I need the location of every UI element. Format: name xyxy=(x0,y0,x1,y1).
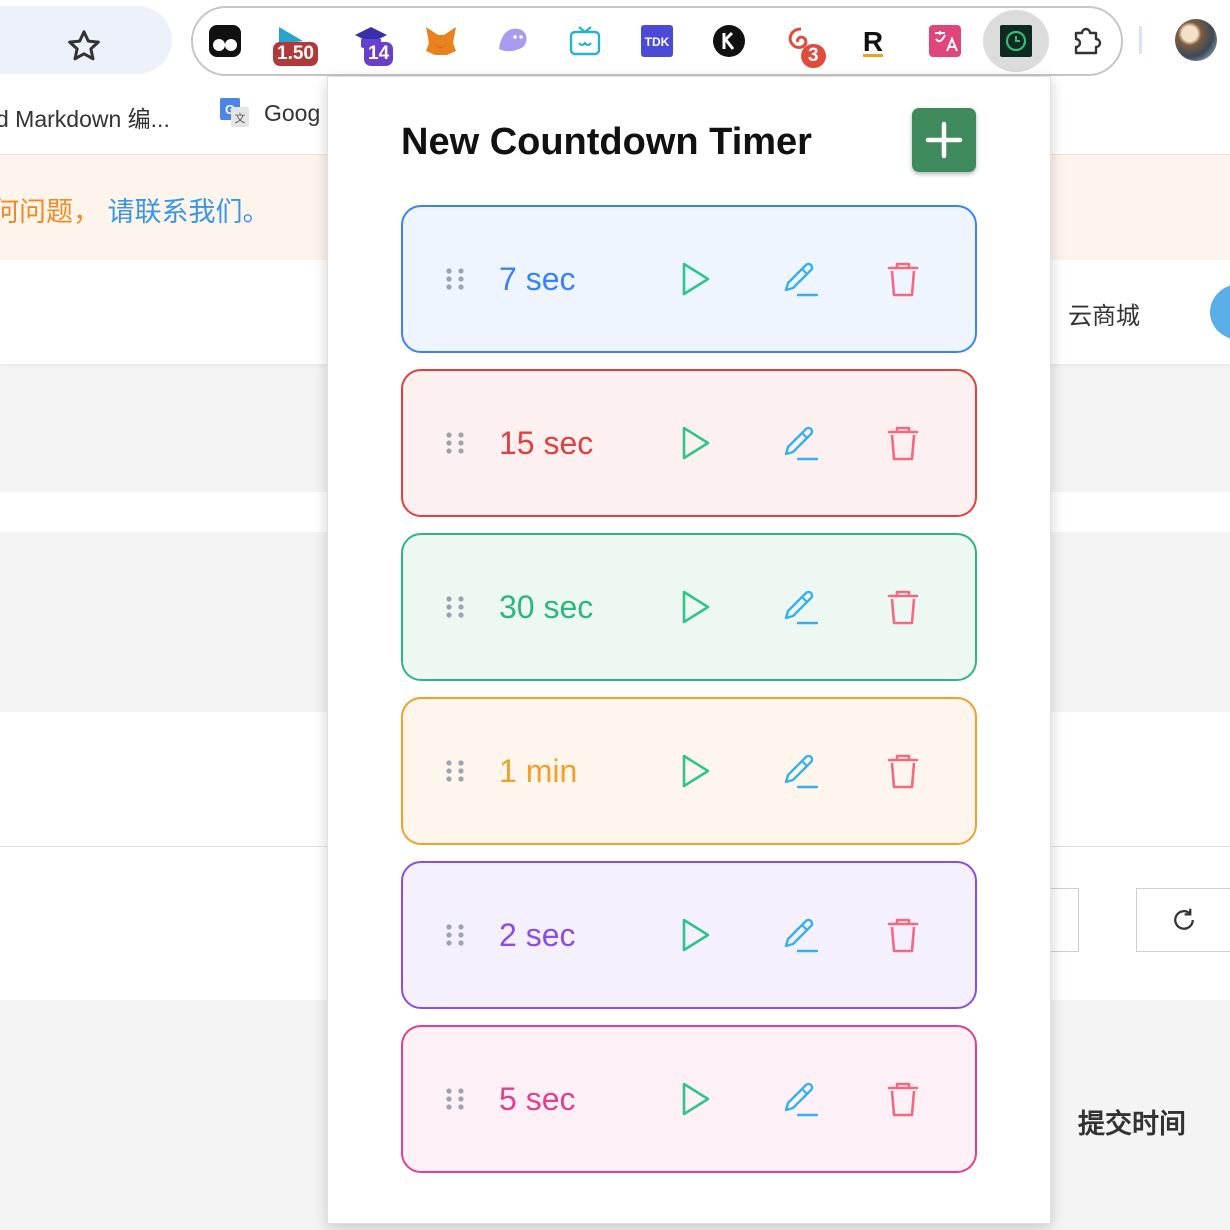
profile-avatar[interactable] xyxy=(1175,19,1217,61)
timer-label: 30 sec xyxy=(499,589,594,625)
plus-icon xyxy=(925,121,963,159)
bookmark-google[interactable]: Goog xyxy=(264,100,320,127)
timer-card[interactable]: 30 sec xyxy=(401,533,977,681)
tampermonkey-icon[interactable] xyxy=(207,23,243,59)
edit-pencil-icon[interactable] xyxy=(779,915,819,955)
extensions-tray: 1.50 14 TDK 3 R xyxy=(191,6,1123,76)
nav-cloud-store[interactable]: 云商城 xyxy=(1068,296,1140,331)
play-icon[interactable] xyxy=(675,587,715,627)
notice-text-orange: 何问题， xyxy=(0,197,100,227)
browser-toolbar: 1.50 14 TDK 3 R xyxy=(0,0,1230,82)
speed-badge: 1.50 xyxy=(273,42,318,66)
notice-text: 何问题， 请联系我们。 xyxy=(0,190,270,229)
timer-card[interactable]: 1 min xyxy=(401,697,977,845)
drag-handle-icon[interactable] xyxy=(441,265,469,293)
ghost-icon[interactable] xyxy=(495,23,531,59)
edit-pencil-icon[interactable] xyxy=(779,259,819,299)
play-icon[interactable] xyxy=(675,1079,715,1119)
timer-label: 5 sec xyxy=(499,1081,576,1117)
tdk-label: TDK xyxy=(645,35,670,49)
drag-handle-icon[interactable] xyxy=(441,757,469,785)
refresh-icon xyxy=(1174,908,1194,930)
play-icon[interactable] xyxy=(675,423,715,463)
timer-label: 2 sec xyxy=(499,917,576,953)
edit-pencil-icon[interactable] xyxy=(779,423,819,463)
submit-time-header: 提交时间 xyxy=(1078,1109,1186,1139)
trash-icon[interactable] xyxy=(883,915,923,955)
countdown-popup: New Countdown Timer 7 sec 15 sec 30 sec 1 m… xyxy=(327,76,1051,1224)
timer-card[interactable]: 5 sec xyxy=(401,1025,977,1173)
bookmark-star-icon[interactable] xyxy=(64,26,104,66)
r-icon[interactable]: R xyxy=(855,23,891,59)
timer-label: 1 min xyxy=(499,753,578,789)
contact-us-link[interactable]: 请联系我们。 xyxy=(108,197,270,227)
timer-label: 7 sec xyxy=(499,261,576,297)
puzzle-icon[interactable] xyxy=(1070,23,1106,59)
k-icon[interactable] xyxy=(711,23,747,59)
svg-text:文: 文 xyxy=(235,111,246,125)
play-icon[interactable] xyxy=(675,751,715,791)
drag-handle-icon[interactable] xyxy=(441,593,469,621)
translate-icon[interactable] xyxy=(927,23,963,59)
popup-title: New Countdown Timer xyxy=(401,121,812,163)
address-bar[interactable] xyxy=(0,6,172,74)
metamask-fox-icon[interactable] xyxy=(423,23,459,59)
play-icon[interactable] xyxy=(675,915,715,955)
trash-icon[interactable] xyxy=(883,1079,923,1119)
timer-label: 15 sec xyxy=(499,425,594,461)
tv-icon[interactable] xyxy=(567,23,603,59)
timer-card[interactable]: 7 sec xyxy=(401,205,977,353)
drag-handle-icon[interactable] xyxy=(441,921,469,949)
drag-handle-icon[interactable] xyxy=(441,429,469,457)
edit-pencil-icon[interactable] xyxy=(779,587,819,627)
drag-handle-icon[interactable] xyxy=(441,1085,469,1113)
timer-card[interactable]: 15 sec xyxy=(401,369,977,517)
edit-pencil-icon[interactable] xyxy=(779,1079,819,1119)
toolbar-divider xyxy=(1139,26,1142,54)
timer-card[interactable]: 2 sec xyxy=(401,861,977,1009)
edit-pencil-icon[interactable] xyxy=(779,751,819,791)
countdown-timer-icon[interactable] xyxy=(998,23,1034,59)
tdk-icon[interactable]: TDK xyxy=(639,23,675,59)
trash-icon[interactable] xyxy=(883,259,923,299)
trash-icon[interactable] xyxy=(883,587,923,627)
trash-icon[interactable] xyxy=(883,751,923,791)
add-timer-button[interactable] xyxy=(912,108,976,172)
spiral-badge: 3 xyxy=(801,44,826,68)
trash-icon[interactable] xyxy=(883,423,923,463)
play-icon[interactable] xyxy=(675,259,715,299)
r-label: R xyxy=(863,26,883,57)
bookmark-markdown[interactable]: d Markdown 编... xyxy=(0,100,170,134)
refresh-button[interactable] xyxy=(1136,888,1230,952)
cap-badge: 14 xyxy=(364,42,394,66)
google-translate-icon: G 文 xyxy=(220,98,249,127)
